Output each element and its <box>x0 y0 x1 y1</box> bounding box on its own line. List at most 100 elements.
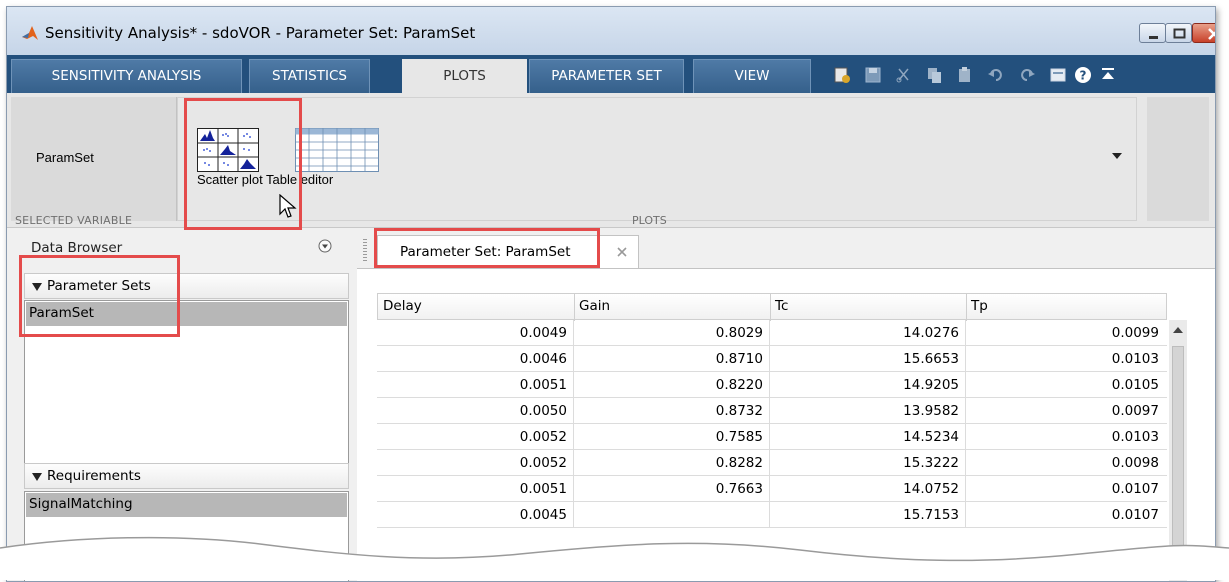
paste-icon[interactable] <box>956 66 974 84</box>
table-row[interactable]: 0.0045 15.7153 0.0107 <box>377 502 1167 528</box>
table-row[interactable]: 0.0051 0.8220 14.9205 0.0105 <box>377 372 1167 398</box>
tab-statistics[interactable]: STATISTICS <box>249 59 370 93</box>
minimize-button[interactable] <box>1139 23 1166 43</box>
selected-variable-label: SELECTED VARIABLE <box>15 214 133 227</box>
table-cell[interactable]: 14.5234 <box>903 429 959 445</box>
torn-edge <box>0 536 1229 580</box>
table-cell[interactable]: 0.8710 <box>716 351 763 367</box>
list-item[interactable]: ParamSet <box>26 302 347 326</box>
table-cell[interactable]: 0.0099 <box>1112 325 1159 341</box>
help-icon[interactable]: ? <box>1074 66 1092 84</box>
table-cell[interactable]: 14.0752 <box>903 481 959 497</box>
table-row[interactable]: 0.0049 0.8029 14.0276 0.0099 <box>377 320 1167 346</box>
table-cell[interactable]: 0.7585 <box>716 429 763 445</box>
layout-icon[interactable] <box>1049 66 1067 84</box>
table-cell[interactable]: 0.0051 <box>520 377 567 393</box>
scatter-plot-icon <box>197 128 259 172</box>
requirements-label: Requirements <box>47 468 141 484</box>
table-cell[interactable]: 0.0046 <box>520 351 567 367</box>
scatter-plot-label: Scatter plot <box>197 172 263 187</box>
table-row[interactable]: 0.0051 0.7663 14.0752 0.0107 <box>377 476 1167 502</box>
table-cell[interactable]: 0.7663 <box>716 481 763 497</box>
requirements-header[interactable]: Requirements <box>24 463 349 489</box>
copy-icon[interactable] <box>925 66 943 84</box>
table-cell[interactable]: 0.0107 <box>1112 507 1159 523</box>
column-header-tp[interactable]: Tp <box>971 298 988 314</box>
table-cell[interactable]: 15.6653 <box>903 351 959 367</box>
table-editor-button[interactable]: Table editor <box>266 124 380 196</box>
tab-view[interactable]: VIEW <box>693 59 811 93</box>
table-cell[interactable]: 0.0103 <box>1112 429 1159 445</box>
table-cell[interactable]: 0.0098 <box>1112 455 1159 471</box>
parameter-sets-label: Parameter Sets <box>47 278 151 294</box>
parameter-sets-list: ParamSet <box>24 300 349 465</box>
svg-text:?: ? <box>1080 69 1087 83</box>
table-cell[interactable]: 0.0107 <box>1112 481 1159 497</box>
maximize-button[interactable] <box>1165 23 1192 43</box>
triangle-down-icon <box>32 283 42 291</box>
undo-icon[interactable] <box>987 66 1005 84</box>
table-cell[interactable]: 0.8282 <box>716 455 763 471</box>
close-button[interactable] <box>1192 23 1215 43</box>
table-cell[interactable]: 0.0105 <box>1112 377 1159 393</box>
cursor-icon <box>279 194 297 218</box>
browser-menu-icon[interactable] <box>318 239 332 253</box>
column-header-gain[interactable]: Gain <box>579 298 610 314</box>
minimize-icon <box>1149 36 1158 39</box>
drag-grip[interactable] <box>363 239 367 261</box>
cut-icon[interactable] <box>895 66 913 84</box>
table-header: Delay Gain Tc Tp <box>377 293 1167 321</box>
column-divider <box>769 320 770 528</box>
document-tab[interactable]: Parameter Set: ParamSet <box>377 235 639 268</box>
table-cell[interactable]: 0.0103 <box>1112 351 1159 367</box>
window-title: Sensitivity Analysis* - sdoVOR - Paramet… <box>45 24 476 42</box>
save-icon[interactable] <box>864 66 882 84</box>
column-divider <box>573 320 574 528</box>
table-row[interactable]: 0.0046 0.8710 15.6653 0.0103 <box>377 346 1167 372</box>
new-icon[interactable] <box>833 66 851 84</box>
table-cell[interactable]: 15.7153 <box>903 507 959 523</box>
column-header-delay[interactable]: Delay <box>383 298 422 314</box>
parameter-sets-header[interactable]: Parameter Sets <box>24 273 349 299</box>
table-row[interactable]: 0.0052 0.7585 14.5234 0.0103 <box>377 424 1167 450</box>
list-item[interactable]: SignalMatching <box>26 493 347 517</box>
redo-icon[interactable] <box>1018 66 1036 84</box>
matlab-logo-icon <box>22 26 38 40</box>
table-cell[interactable]: 15.3222 <box>903 455 959 471</box>
tab-sensitivity-analysis[interactable]: SENSITIVITY ANALYSIS <box>11 59 242 93</box>
table-editor-icon <box>295 128 379 172</box>
ribbon-right-panel <box>1147 97 1209 221</box>
scroll-up-icon[interactable] <box>1173 327 1183 333</box>
table-row[interactable]: 0.0052 0.8282 15.3222 0.0098 <box>377 450 1167 476</box>
collapse-ribbon-icon[interactable] <box>1099 66 1117 84</box>
column-divider <box>966 294 967 321</box>
table-cell[interactable]: 0.8220 <box>716 377 763 393</box>
tab-parameter-set[interactable]: PARAMETER SET <box>529 59 684 93</box>
table-cell[interactable]: 14.9205 <box>903 377 959 393</box>
table-cell[interactable]: 0.0050 <box>520 403 567 419</box>
table-cell[interactable]: 0.8029 <box>716 325 763 341</box>
column-header-tc[interactable]: Tc <box>775 298 788 314</box>
title-bar: Sensitivity Analysis* - sdoVOR - Paramet… <box>7 7 1215 55</box>
table-cell[interactable]: 0.0052 <box>520 455 567 471</box>
table-cell[interactable]: 14.0276 <box>903 325 959 341</box>
table-editor-label: Table editor <box>266 172 334 187</box>
table-cell[interactable]: 0.8732 <box>716 403 763 419</box>
table-cell[interactable]: 0.0052 <box>520 429 567 445</box>
table-cell[interactable]: 0.0051 <box>520 481 567 497</box>
column-divider <box>965 320 966 528</box>
maximize-icon <box>1173 28 1186 39</box>
gallery-expand-button[interactable] <box>1100 104 1136 208</box>
table-cell[interactable]: 13.9582 <box>903 403 959 419</box>
table-cell[interactable]: 0.0097 <box>1112 403 1159 419</box>
close-tab-icon[interactable] <box>616 246 628 258</box>
table-cell[interactable]: 0.0045 <box>520 507 567 523</box>
column-divider <box>770 294 771 321</box>
tab-plots[interactable]: PLOTS <box>402 59 527 94</box>
selected-variable-value[interactable]: ParamSet <box>36 150 94 165</box>
triangle-down-icon <box>32 473 42 481</box>
table-row[interactable]: 0.0050 0.8732 13.9582 0.0097 <box>377 398 1167 424</box>
close-icon <box>1208 28 1215 40</box>
app-window: Sensitivity Analysis* - sdoVOR - Paramet… <box>6 6 1216 582</box>
table-cell[interactable]: 0.0049 <box>520 325 567 341</box>
